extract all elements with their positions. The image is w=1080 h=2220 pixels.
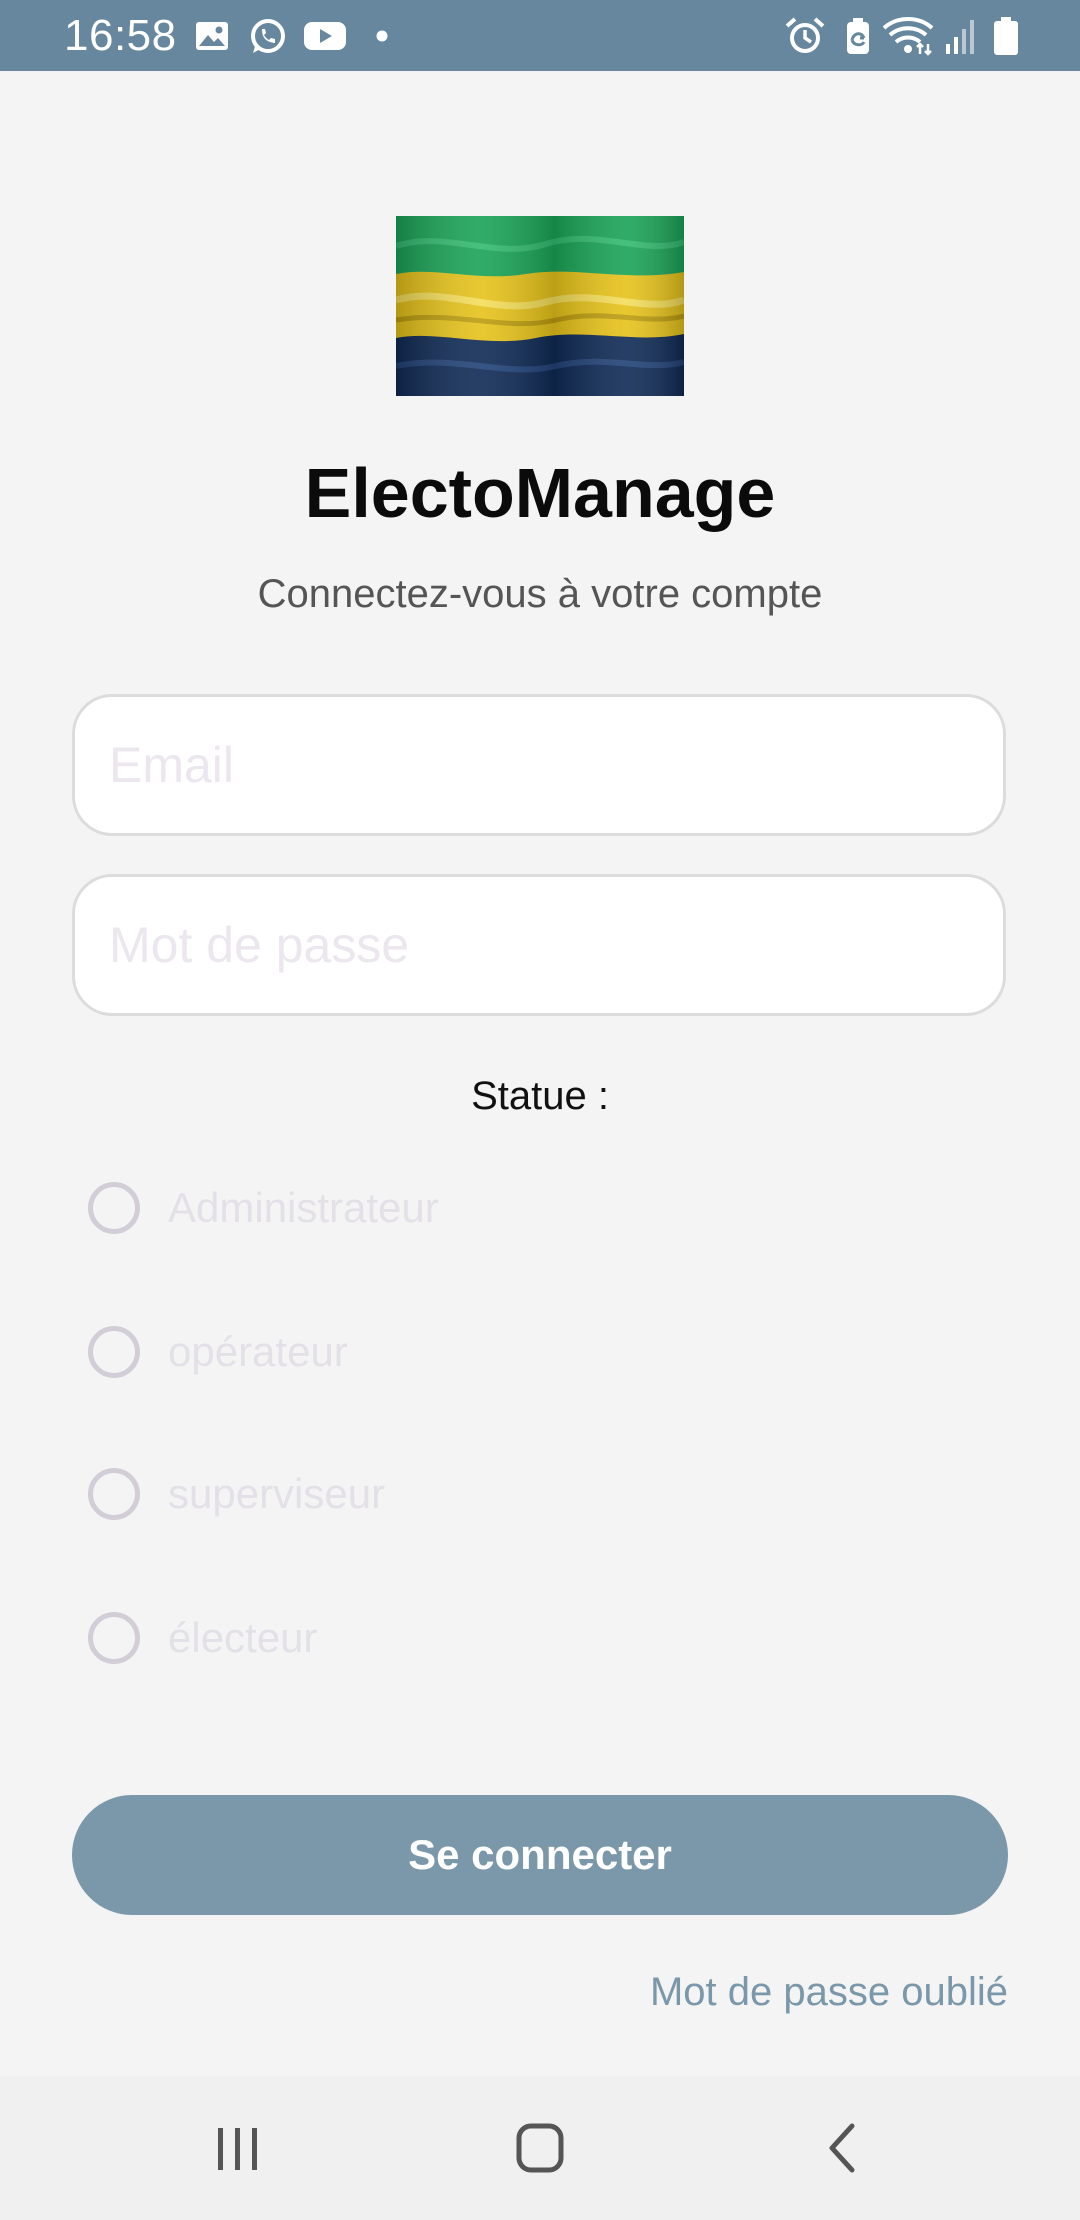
role-option-label: superviseur (168, 1470, 386, 1517)
role-option-label: Administrateur (168, 1184, 439, 1231)
gallery-icon (196, 22, 228, 50)
gabon-flag-logo (396, 216, 684, 396)
radio-button[interactable] (88, 1326, 140, 1378)
dot-icon (376, 30, 388, 42)
role-option-label: opérateur (168, 1328, 348, 1375)
radio-button[interactable] (88, 1182, 140, 1234)
login-button[interactable]: Se connecter (72, 1795, 1008, 1915)
password-field[interactable] (72, 874, 1006, 1016)
app-title: ElectoManage (304, 454, 776, 532)
signal-icon (946, 20, 974, 54)
status-bar: 16:58 (0, 0, 1080, 71)
role-option-electeur[interactable]: électeur (88, 1606, 788, 1670)
email-field[interactable] (72, 694, 1006, 836)
login-subtitle: Connectez-vous à votre compte (257, 572, 823, 616)
battery-icon (994, 17, 1018, 55)
role-option-operateur[interactable]: opérateur (88, 1320, 788, 1384)
forgot-password-link[interactable]: Mot de passe oublié (650, 1964, 1008, 2020)
status-time: 16:58 (64, 11, 177, 60)
status-role-label: Statue : (471, 1074, 609, 1118)
battery-saver-icon (847, 18, 869, 54)
whatsapp-icon (251, 19, 285, 53)
role-option-administrateur[interactable]: Administrateur (88, 1176, 788, 1240)
navigation-bar (0, 2076, 1080, 2220)
role-option-superviseur[interactable]: superviseur (88, 1462, 788, 1526)
role-option-label: électeur (168, 1614, 318, 1661)
radio-button[interactable] (88, 1612, 140, 1664)
recent-apps-icon[interactable] (188, 2102, 288, 2194)
back-icon[interactable] (792, 2102, 892, 2194)
alarm-icon (785, 17, 825, 53)
youtube-icon (304, 22, 346, 50)
radio-button[interactable] (88, 1468, 140, 1520)
home-icon[interactable] (490, 2102, 590, 2194)
wifi-icon (882, 17, 934, 56)
